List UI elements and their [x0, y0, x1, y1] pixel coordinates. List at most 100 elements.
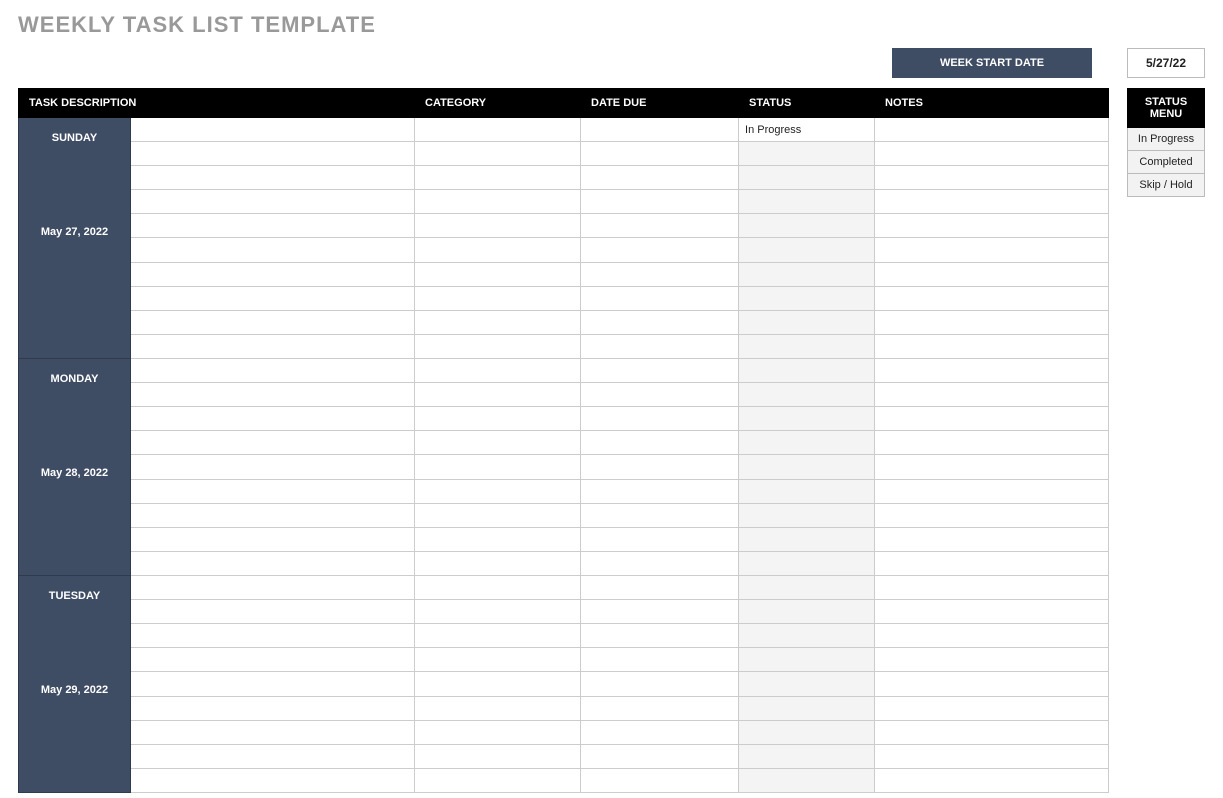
task-description-cell[interactable] — [131, 262, 415, 286]
notes-cell[interactable] — [875, 744, 1109, 768]
date-due-cell[interactable] — [581, 262, 739, 286]
status-cell[interactable] — [739, 600, 875, 624]
status-cell[interactable] — [739, 576, 875, 600]
status-menu-item[interactable]: Completed — [1127, 151, 1205, 174]
week-start-date[interactable]: 5/27/22 — [1127, 48, 1205, 78]
notes-cell[interactable] — [875, 166, 1109, 190]
date-due-cell[interactable] — [581, 286, 739, 310]
status-cell[interactable] — [739, 383, 875, 407]
task-description-cell[interactable] — [131, 503, 415, 527]
date-due-cell[interactable] — [581, 310, 739, 334]
task-description-cell[interactable] — [131, 214, 415, 238]
date-due-cell[interactable] — [581, 624, 739, 648]
category-cell[interactable] — [415, 744, 581, 768]
notes-cell[interactable] — [875, 383, 1109, 407]
category-cell[interactable] — [415, 624, 581, 648]
status-cell[interactable] — [739, 479, 875, 503]
date-due-cell[interactable] — [581, 383, 739, 407]
notes-cell[interactable] — [875, 431, 1109, 455]
notes-cell[interactable] — [875, 696, 1109, 720]
notes-cell[interactable] — [875, 624, 1109, 648]
category-cell[interactable] — [415, 118, 581, 142]
category-cell[interactable] — [415, 503, 581, 527]
category-cell[interactable] — [415, 359, 581, 383]
date-due-cell[interactable] — [581, 142, 739, 166]
notes-cell[interactable] — [875, 334, 1109, 358]
date-due-cell[interactable] — [581, 720, 739, 744]
task-description-cell[interactable] — [131, 118, 415, 142]
status-cell[interactable] — [739, 768, 875, 792]
task-description-cell[interactable] — [131, 527, 415, 551]
notes-cell[interactable] — [875, 407, 1109, 431]
date-due-cell[interactable] — [581, 190, 739, 214]
date-due-cell[interactable] — [581, 696, 739, 720]
notes-cell[interactable] — [875, 648, 1109, 672]
notes-cell[interactable] — [875, 479, 1109, 503]
status-cell[interactable] — [739, 407, 875, 431]
category-cell[interactable] — [415, 720, 581, 744]
category-cell[interactable] — [415, 648, 581, 672]
date-due-cell[interactable] — [581, 479, 739, 503]
category-cell[interactable] — [415, 431, 581, 455]
notes-cell[interactable] — [875, 118, 1109, 142]
date-due-cell[interactable] — [581, 768, 739, 792]
task-description-cell[interactable] — [131, 624, 415, 648]
notes-cell[interactable] — [875, 672, 1109, 696]
status-cell[interactable] — [739, 431, 875, 455]
notes-cell[interactable] — [875, 576, 1109, 600]
notes-cell[interactable] — [875, 310, 1109, 334]
date-due-cell[interactable] — [581, 455, 739, 479]
task-description-cell[interactable] — [131, 744, 415, 768]
notes-cell[interactable] — [875, 359, 1109, 383]
notes-cell[interactable] — [875, 190, 1109, 214]
status-cell[interactable] — [739, 190, 875, 214]
task-description-cell[interactable] — [131, 576, 415, 600]
status-cell[interactable] — [739, 214, 875, 238]
category-cell[interactable] — [415, 166, 581, 190]
task-description-cell[interactable] — [131, 672, 415, 696]
date-due-cell[interactable] — [581, 600, 739, 624]
date-due-cell[interactable] — [581, 672, 739, 696]
task-description-cell[interactable] — [131, 431, 415, 455]
date-due-cell[interactable] — [581, 648, 739, 672]
status-cell[interactable] — [739, 624, 875, 648]
notes-cell[interactable] — [875, 503, 1109, 527]
task-description-cell[interactable] — [131, 383, 415, 407]
date-due-cell[interactable] — [581, 359, 739, 383]
task-description-cell[interactable] — [131, 310, 415, 334]
date-due-cell[interactable] — [581, 334, 739, 358]
task-description-cell[interactable] — [131, 551, 415, 575]
task-description-cell[interactable] — [131, 334, 415, 358]
status-menu-item[interactable]: Skip / Hold — [1127, 174, 1205, 197]
task-description-cell[interactable] — [131, 720, 415, 744]
status-cell[interactable] — [739, 696, 875, 720]
status-cell[interactable] — [739, 455, 875, 479]
status-cell[interactable] — [739, 334, 875, 358]
notes-cell[interactable] — [875, 238, 1109, 262]
status-cell[interactable] — [739, 359, 875, 383]
task-description-cell[interactable] — [131, 407, 415, 431]
task-description-cell[interactable] — [131, 142, 415, 166]
date-due-cell[interactable] — [581, 551, 739, 575]
status-cell[interactable] — [739, 744, 875, 768]
task-description-cell[interactable] — [131, 479, 415, 503]
category-cell[interactable] — [415, 479, 581, 503]
status-cell[interactable] — [739, 238, 875, 262]
notes-cell[interactable] — [875, 720, 1109, 744]
task-description-cell[interactable] — [131, 600, 415, 624]
status-menu-item[interactable]: In Progress — [1127, 128, 1205, 151]
category-cell[interactable] — [415, 527, 581, 551]
task-description-cell[interactable] — [131, 238, 415, 262]
category-cell[interactable] — [415, 576, 581, 600]
category-cell[interactable] — [415, 672, 581, 696]
status-cell[interactable] — [739, 310, 875, 334]
category-cell[interactable] — [415, 286, 581, 310]
task-description-cell[interactable] — [131, 768, 415, 792]
status-cell[interactable] — [739, 527, 875, 551]
date-due-cell[interactable] — [581, 576, 739, 600]
category-cell[interactable] — [415, 383, 581, 407]
status-cell[interactable] — [739, 648, 875, 672]
task-description-cell[interactable] — [131, 286, 415, 310]
status-cell[interactable] — [739, 166, 875, 190]
status-cell[interactable] — [739, 551, 875, 575]
